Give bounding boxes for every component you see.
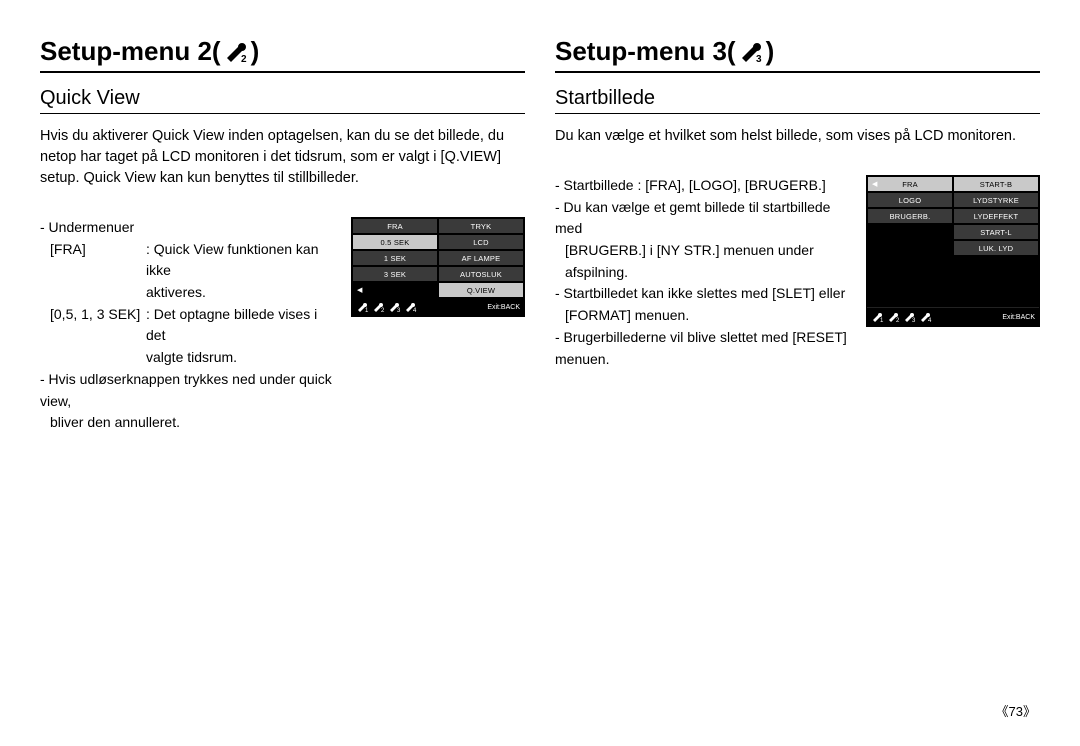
wrench-4-icon: 4 — [919, 311, 933, 323]
exit-label: Exit:BACK — [1002, 314, 1035, 321]
heading-text: Setup-menu 3( — [555, 36, 736, 67]
def-desc: aktiveres. — [146, 282, 206, 304]
def-spacer — [50, 347, 146, 369]
heading-setup-3: Setup-menu 3( 3 ) — [555, 36, 1040, 73]
panel-cell: LYDSTYRKE — [953, 192, 1039, 208]
svg-text:3: 3 — [756, 54, 762, 64]
heading-close: ) — [251, 36, 260, 67]
wrench-4-icon: 4 — [404, 301, 418, 313]
wrench-1-icon: 1 — [356, 301, 370, 313]
left-column: Setup-menu 2( 2 ) Quick View Hvis du akt… — [40, 36, 525, 434]
svg-text:1: 1 — [880, 318, 884, 322]
svg-text:3: 3 — [397, 308, 401, 312]
heading-setup-2: Setup-menu 2( 2 ) — [40, 36, 525, 73]
intro-text-right: Du kan vælge et hvilket som helst billed… — [555, 126, 1040, 147]
panel-cell: AF LAMPE — [438, 250, 524, 266]
svg-text:4: 4 — [928, 318, 932, 322]
line: - Startbillede : [FRA], [LOGO], [BRUGERB… — [555, 175, 854, 197]
panel-cell: FRA — [867, 176, 953, 192]
panel-preview-area — [867, 256, 1039, 308]
svg-text:4: 4 — [413, 308, 417, 312]
def-spacer — [50, 282, 146, 304]
panel-cell: START-L — [953, 224, 1039, 240]
wrench-3-icon: 3 — [738, 40, 764, 64]
lcd-panel-startbillede: FRALOGOBRUGERB. START-BLYDSTYRKELYDEFFEK… — [866, 175, 1040, 327]
subheading-quick-view: Quick View — [40, 87, 525, 114]
def-desc: : Det optagne billede vises i det — [146, 304, 339, 347]
panel-cell: LOGO — [867, 192, 953, 208]
line: [FORMAT] menuen. — [555, 305, 854, 327]
svg-text:2: 2 — [241, 54, 247, 64]
panel-cell: TRYK — [438, 218, 524, 234]
line: - Startbilledet kan ikke slettes med [SL… — [555, 283, 854, 305]
def-term: [0,5, 1, 3 SEK] — [50, 304, 146, 347]
footer-icons: 1 2 3 4 — [871, 311, 933, 323]
wrench-2-icon: 2 — [372, 301, 386, 313]
line: - Hvis udløserknappen trykkes ned under … — [40, 369, 339, 412]
panel-cell: FRA — [352, 218, 438, 234]
panel-right-col: TRYKLCDAF LAMPEAUTOSLUKQ.VIEW — [438, 218, 524, 298]
line: - Brugerbillederne vil blive slettet med… — [555, 327, 854, 370]
panel-cell: 0.5 SEK — [352, 234, 438, 250]
heading-text: Setup-menu 2( — [40, 36, 221, 67]
page-number: 《73》 — [996, 701, 1036, 720]
panel-cell — [352, 282, 438, 298]
svg-text:2: 2 — [896, 318, 900, 322]
panel-footer: 1 2 3 4 Exit:BACK — [867, 308, 1039, 326]
panel-cell: LYDEFFEKT — [953, 208, 1039, 224]
right-column: Setup-menu 3( 3 ) Startbillede Du kan væ… — [555, 36, 1040, 434]
line: bliver den annulleret. — [40, 412, 339, 434]
panel-cell: BRUGERB. — [867, 208, 953, 224]
heading-close: ) — [766, 36, 775, 67]
panel-cell: 3 SEK — [352, 266, 438, 282]
panel-left-col: FRALOGOBRUGERB. — [867, 176, 953, 256]
panel-footer: 1 2 3 4 Exit:BACK — [352, 298, 524, 316]
footer-icons: 1 2 3 4 — [356, 301, 418, 313]
intro-text-left: Hvis du aktiverer Quick View inden optag… — [40, 126, 525, 189]
wrench-3-icon: 3 — [388, 301, 402, 313]
exit-label: Exit:BACK — [487, 304, 520, 311]
panel-cell: START-B — [953, 176, 1039, 192]
panel-cell: Q.VIEW — [438, 282, 524, 298]
line: - Undermenuer — [40, 217, 339, 239]
wrench-3-icon: 3 — [903, 311, 917, 323]
body-text-right: - Startbillede : [FRA], [LOGO], [BRUGERB… — [555, 175, 854, 370]
svg-text:2: 2 — [381, 308, 385, 312]
line: - Du kan vælge et gemt billede til start… — [555, 197, 854, 240]
def-desc: valgte tidsrum. — [146, 347, 237, 369]
panel-cell: AUTOSLUK — [438, 266, 524, 282]
panel-cell: LCD — [438, 234, 524, 250]
panel-cell: 1 SEK — [352, 250, 438, 266]
panel-cell: LUK. LYD — [953, 240, 1039, 256]
wrench-1-icon: 1 — [871, 311, 885, 323]
body-text-left: - Undermenuer [FRA] : Quick View funktio… — [40, 217, 339, 434]
def-desc: : Quick View funktionen kan ikke — [146, 239, 339, 282]
subheading-startbillede: Startbillede — [555, 87, 1040, 114]
lcd-panel-quickview: FRA0.5 SEK1 SEK3 SEK TRYKLCDAF LAMPEAUTO… — [351, 217, 525, 317]
panel-right-col: START-BLYDSTYRKELYDEFFEKTSTART-LLUK. LYD — [953, 176, 1039, 256]
line: [BRUGERB.] i [NY STR.] menuen under afsp… — [555, 240, 854, 283]
panel-left-col: FRA0.5 SEK1 SEK3 SEK — [352, 218, 438, 298]
svg-text:1: 1 — [365, 308, 369, 312]
wrench-2-icon: 2 — [887, 311, 901, 323]
wrench-2-icon: 2 — [223, 40, 249, 64]
svg-text:3: 3 — [912, 318, 916, 322]
def-term: [FRA] — [50, 239, 146, 282]
